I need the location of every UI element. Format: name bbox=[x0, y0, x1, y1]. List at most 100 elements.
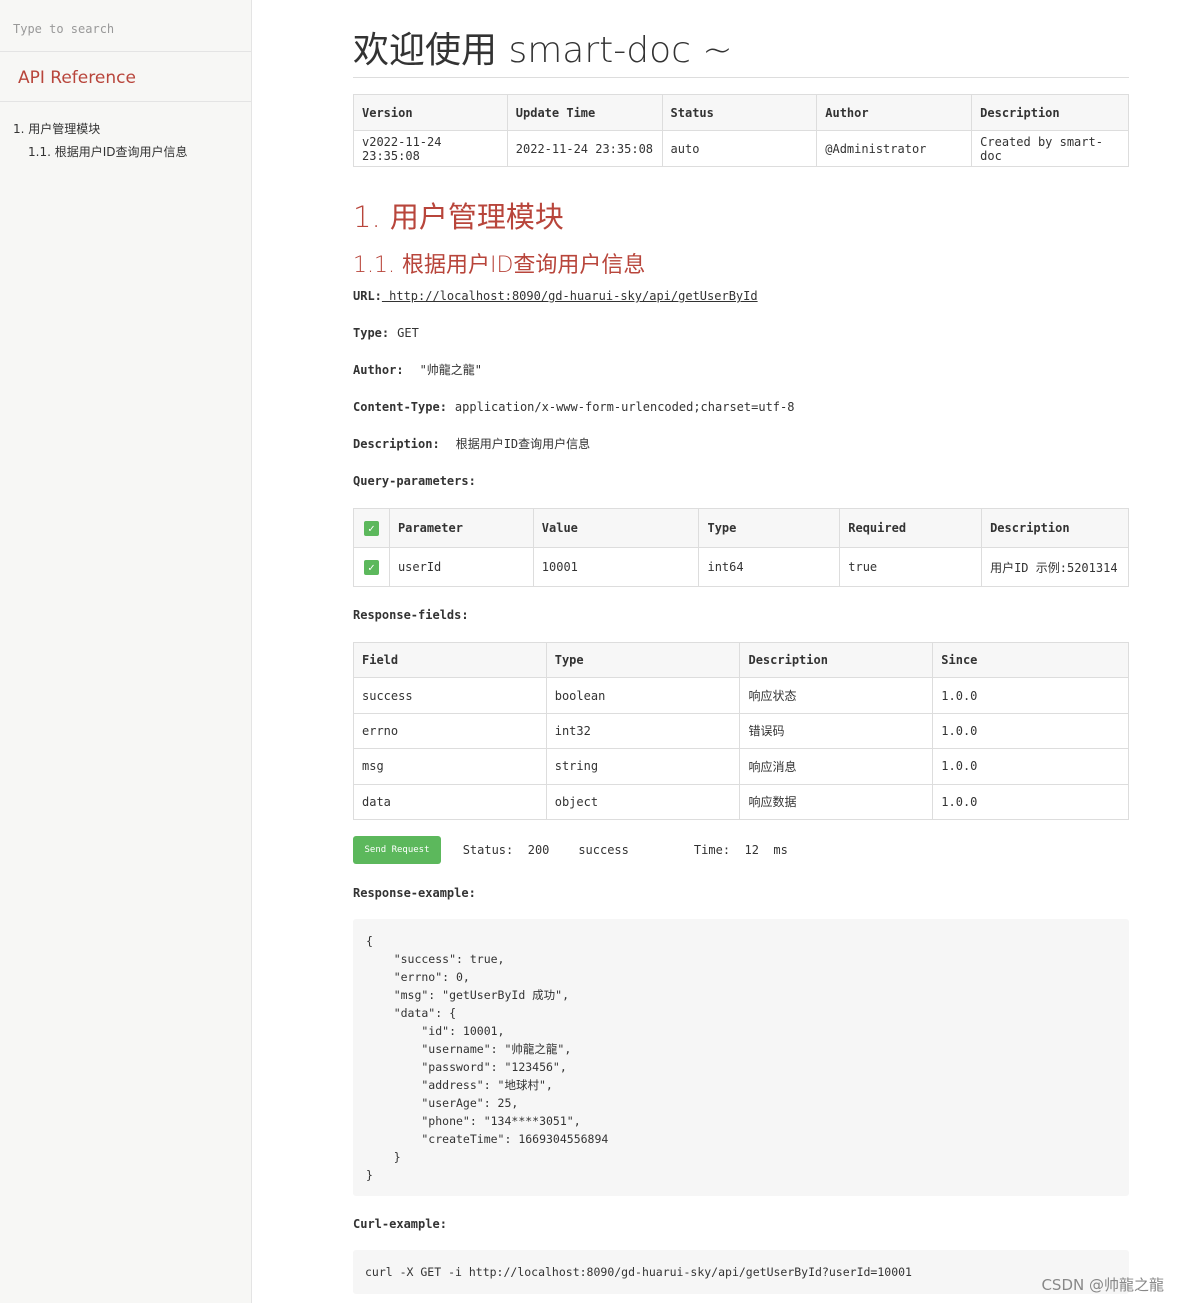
param-value-input[interactable]: 10001 bbox=[532, 547, 700, 587]
col-field-description: Description bbox=[739, 641, 934, 679]
description-value: Created by smart-doc bbox=[971, 130, 1129, 167]
curl-example-code: curl -X GET -i http://localhost:8090/gd-… bbox=[353, 1249, 1129, 1294]
col-value: Value bbox=[532, 508, 700, 548]
author-value: @Administrator bbox=[816, 130, 973, 167]
description-label: Description: bbox=[353, 437, 440, 451]
description-line: Description: 根据用户ID查询用户信息 bbox=[353, 436, 1129, 452]
table-row: data object 响应数据 1.0.0 bbox=[353, 783, 1129, 820]
resp-table-header: Field Type Description Since bbox=[353, 641, 1129, 679]
nav-item-user-module[interactable]: 1. 用户管理模块 bbox=[13, 118, 238, 141]
query-params-label: Query-parameters: bbox=[353, 474, 476, 488]
url-label: URL: bbox=[353, 289, 382, 303]
field-type: object bbox=[545, 783, 741, 820]
version-value: v2022-11-24 23:35:08 bbox=[353, 130, 508, 167]
time-unit: ms bbox=[773, 842, 788, 857]
field-name: errno bbox=[353, 712, 547, 750]
nav-item-get-user-by-id[interactable]: 1.1. 根据用户ID查询用户信息 bbox=[13, 141, 238, 164]
author-line: Author: "帅龍之龍" bbox=[353, 362, 1129, 378]
search-box bbox=[0, 0, 251, 52]
watermark: CSDN @帅龍之龍 bbox=[1041, 1276, 1164, 1294]
query-params-heading: Query-parameters: bbox=[353, 473, 1129, 489]
field-since: 1.0.0 bbox=[932, 712, 1129, 750]
param-type: int64 bbox=[698, 547, 841, 587]
info-table-header: Version Update Time Status Author Descri… bbox=[353, 94, 1129, 131]
response-example-label: Response-example: bbox=[353, 885, 476, 900]
response-fields-heading: Response-fields: bbox=[353, 607, 1129, 623]
api-title: 1.1. 根据用户ID查询用户信息 bbox=[353, 253, 646, 278]
field-type: int32 bbox=[545, 712, 741, 750]
content-type-value: application/x-www-form-urlencoded;charse… bbox=[454, 400, 795, 414]
author-label: Author: bbox=[353, 363, 404, 377]
col-param-description: Description bbox=[981, 508, 1129, 548]
time-label: Time: bbox=[693, 842, 731, 857]
field-type: boolean bbox=[545, 677, 741, 714]
table-row: v2022-11-24 23:35:08 2022-11-24 23:35:08… bbox=[353, 130, 1129, 167]
field-description: 响应数据 bbox=[739, 783, 934, 820]
status-code: 200 bbox=[527, 842, 550, 857]
col-description: Description bbox=[971, 94, 1129, 131]
url-line: URL: http://localhost:8090/gd-huarui-sky… bbox=[353, 288, 1129, 304]
col-author: Author bbox=[816, 94, 973, 131]
field-name: data bbox=[353, 783, 547, 820]
info-table: Version Update Time Status Author Descri… bbox=[353, 94, 1129, 167]
send-request-button[interactable]: Send Request bbox=[353, 835, 441, 864]
sidebar-title[interactable]: API Reference bbox=[0, 52, 251, 102]
sidebar: API Reference 1. 用户管理模块 1.1. 根据用户ID查询用户信… bbox=[0, 0, 252, 1303]
nav-list: 1. 用户管理模块 1.1. 根据用户ID查询用户信息 bbox=[0, 102, 251, 164]
table-row: errno int32 错误码 1.0.0 bbox=[353, 712, 1129, 750]
col-since: Since bbox=[932, 641, 1129, 679]
check-icon: ✓ bbox=[363, 559, 379, 575]
author-value: "帅龍之龍" bbox=[419, 363, 483, 377]
api-url-link[interactable]: http://localhost:8090/gd-huarui-sky/api/… bbox=[382, 289, 757, 303]
request-bar: Send Request Status: 200 success Time: 1… bbox=[353, 835, 1129, 864]
response-example-heading: Response-example: bbox=[353, 885, 1129, 901]
search-input[interactable] bbox=[13, 22, 238, 36]
table-row: success boolean 响应状态 1.0.0 bbox=[353, 677, 1129, 714]
field-type: string bbox=[545, 748, 741, 785]
col-version: Version bbox=[353, 94, 508, 131]
col-field-type: Type bbox=[545, 641, 741, 679]
update-time-value: 2022-11-24 23:35:08 bbox=[506, 130, 663, 167]
field-description: 错误码 bbox=[739, 712, 934, 750]
content-type-line: Content-Type: application/x-www-form-urle… bbox=[353, 399, 1129, 415]
type-label: Type: bbox=[353, 326, 390, 340]
page-title: 欢迎使用 smart-doc ~ bbox=[353, 29, 1129, 78]
status-text: success bbox=[578, 842, 629, 857]
field-since: 1.0.0 bbox=[932, 783, 1129, 820]
param-description: 用户ID 示例:5201314 bbox=[981, 547, 1129, 587]
response-fields-label: Response-fields: bbox=[353, 608, 469, 622]
param-required: true bbox=[839, 547, 983, 587]
field-description: 响应消息 bbox=[739, 748, 934, 785]
response-example-code: { "success": true, "errno": 0, "msg": "g… bbox=[353, 918, 1129, 1196]
param-table-header: ✓ Parameter Value Type Required Descript… bbox=[353, 508, 1129, 548]
response-fields-table: Field Type Description Since success boo… bbox=[353, 641, 1129, 820]
select-all-checkbox[interactable]: ✓ bbox=[353, 508, 390, 548]
field-description: 响应状态 bbox=[739, 677, 934, 714]
param-checkbox[interactable]: ✓ bbox=[353, 547, 390, 587]
col-type: Type bbox=[698, 508, 841, 548]
check-icon: ✓ bbox=[363, 520, 379, 536]
col-status: Status bbox=[661, 94, 818, 131]
field-name: success bbox=[353, 677, 547, 714]
status-label: Status: bbox=[462, 842, 514, 857]
type-value: GET bbox=[397, 326, 419, 340]
module-title: 1. 用户管理模块 bbox=[353, 200, 564, 234]
col-field: Field bbox=[353, 641, 547, 679]
content-type-label: Content-Type: bbox=[353, 400, 447, 414]
param-name: userId bbox=[388, 547, 534, 587]
field-name: msg bbox=[353, 748, 547, 785]
field-since: 1.0.0 bbox=[932, 677, 1129, 714]
main-content: 欢迎使用 smart-doc ~ Version Update Time Sta… bbox=[353, 0, 1129, 1294]
table-row: ✓ userId 10001 int64 true 用户ID 示例:520131… bbox=[353, 547, 1129, 587]
col-parameter: Parameter bbox=[388, 508, 534, 548]
col-update-time: Update Time bbox=[506, 94, 663, 131]
description-value: 根据用户ID查询用户信息 bbox=[455, 437, 591, 451]
curl-example-heading: Curl-example: bbox=[353, 1216, 1129, 1232]
status-value: auto bbox=[661, 130, 818, 167]
field-since: 1.0.0 bbox=[932, 748, 1129, 785]
col-required: Required bbox=[839, 508, 983, 548]
curl-example-label: Curl-example: bbox=[353, 1216, 447, 1231]
type-line: Type: GET bbox=[353, 325, 1129, 341]
table-row: msg string 响应消息 1.0.0 bbox=[353, 748, 1129, 785]
time-value: 12 bbox=[744, 842, 759, 857]
